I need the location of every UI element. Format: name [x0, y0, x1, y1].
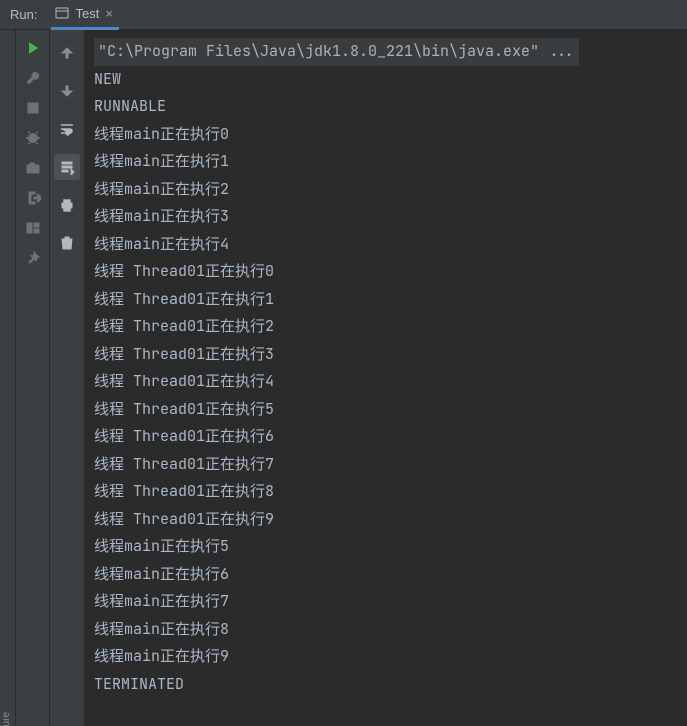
console-command: "C:\Program Files\Java\jdk1.8.0_221\bin\…	[94, 38, 579, 66]
console-line: 线程main正在执行5	[94, 536, 229, 556]
console-line: 线程main正在执行4	[94, 234, 229, 254]
run-actions-column	[16, 30, 50, 726]
console-line: 线程 Thread01正在执行8	[94, 481, 274, 501]
console-line: 线程 Thread01正在执行7	[94, 454, 274, 474]
console-line: 线程 Thread01正在执行6	[94, 426, 274, 446]
wrench-icon[interactable]	[25, 70, 41, 86]
camera-icon[interactable]	[25, 160, 41, 176]
console-line: 线程main正在执行0	[94, 124, 229, 144]
console-line: 线程main正在执行1	[94, 151, 229, 171]
console-line: 线程main正在执行7	[94, 591, 229, 611]
rerun-button[interactable]	[25, 40, 41, 56]
print-icon[interactable]	[54, 192, 80, 218]
console-output[interactable]: "C:\Program Files\Java\jdk1.8.0_221\bin\…	[84, 30, 687, 726]
console-line: NEW	[94, 69, 121, 89]
stop-button[interactable]	[25, 100, 41, 116]
application-icon	[55, 6, 69, 20]
run-tab-label: Test	[75, 6, 99, 21]
left-stripe: Bookmarks ure	[0, 30, 16, 726]
close-icon[interactable]: ×	[105, 6, 113, 21]
console-line: RUNNABLE	[94, 96, 166, 116]
down-arrow-icon[interactable]	[54, 78, 80, 104]
console-line: 线程 Thread01正在执行3	[94, 344, 274, 364]
console-line: 线程 Thread01正在执行0	[94, 261, 274, 281]
console-line: 线程main正在执行6	[94, 564, 229, 584]
console-line: 线程 Thread01正在执行9	[94, 509, 274, 529]
layout-icon[interactable]	[25, 220, 41, 236]
scroll-to-end-icon[interactable]	[54, 154, 80, 180]
main-area: Bookmarks ure "C:\Program Files\Java\jdk…	[0, 30, 687, 726]
run-label: Run:	[10, 7, 37, 22]
up-arrow-icon[interactable]	[54, 40, 80, 66]
exit-icon[interactable]	[25, 190, 41, 206]
console-line: 线程 Thread01正在执行4	[94, 371, 274, 391]
console-line: 线程main正在执行9	[94, 646, 229, 666]
soft-wrap-icon[interactable]	[54, 116, 80, 142]
run-tab-test[interactable]: Test ×	[51, 0, 118, 30]
console-line: 线程 Thread01正在执行2	[94, 316, 274, 336]
console-line: 线程 Thread01正在执行1	[94, 289, 274, 309]
console-line: 线程main正在执行2	[94, 179, 229, 199]
structure-toolwindow-button[interactable]: ure	[1, 712, 12, 726]
trash-icon[interactable]	[54, 230, 80, 256]
console-line: TERMINATED	[94, 674, 184, 694]
run-toolwindow-header: Run: Test ×	[0, 0, 687, 30]
console-actions-column	[50, 30, 84, 726]
dump-threads-icon[interactable]	[25, 130, 41, 146]
pin-icon[interactable]	[25, 250, 41, 266]
console-line: 线程main正在执行3	[94, 206, 229, 226]
console-line: 线程main正在执行8	[94, 619, 229, 639]
console-line: 线程 Thread01正在执行5	[94, 399, 274, 419]
